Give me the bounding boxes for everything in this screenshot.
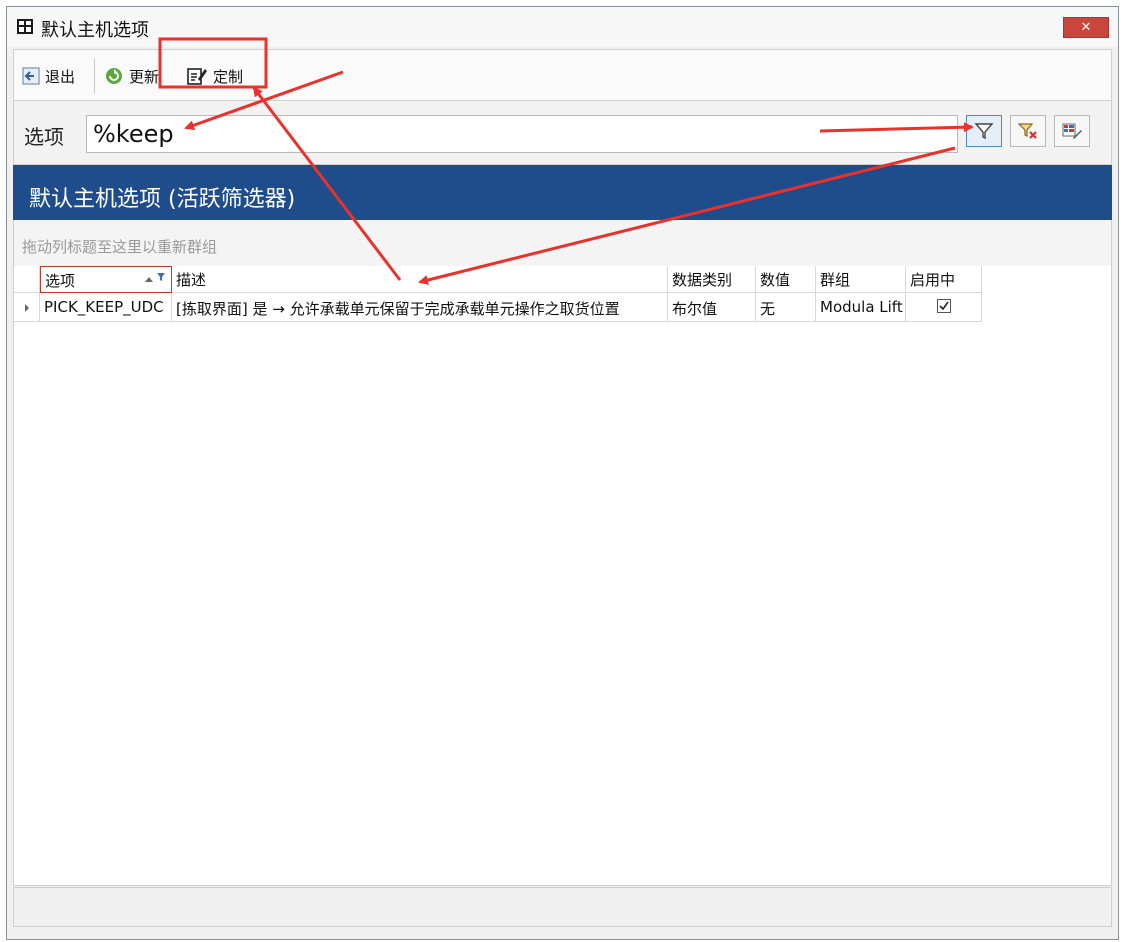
clear-filter-icon [1017,123,1037,139]
close-button[interactable]: ✕ [1063,17,1109,38]
table-cell-description[interactable]: [拣取界面] 是 → 允许承载单元保留于完成承载单元操作之取货位置 [172,293,668,322]
customize-label: 定制 [213,67,244,86]
column-header-group[interactable]: 群组 [816,266,906,293]
filter-editor-icon [1062,123,1082,139]
filter-bar: 选项 [13,101,1112,165]
toolbar: 退出 更新 定制 [13,49,1112,101]
group-by-hint: 拖动列标题至这里以重新群组 [22,238,218,256]
filter-input[interactable] [86,115,958,153]
window-grid-icon [17,19,33,34]
data-grid: 选项 描述 数据类别 数值 群组 启用中 PICK_KEEP_UDC [拣取界面… [13,266,1112,886]
title-bar: 默认主机选项 ✕ [7,7,1118,47]
window-title: 默认主机选项 [41,20,149,41]
refresh-icon [106,68,122,84]
row-indicator-header [14,266,40,293]
filter-label: 选项 [24,125,64,149]
column-header-option[interactable]: 选项 [40,266,172,293]
toolbar-separator [94,58,95,94]
dialog-window: 默认主机选项 ✕ 退出 更新 定制 选项 %keep 默认主机选项 (活跃筛选器… [6,6,1119,940]
customize-button[interactable]: 定制 [186,63,243,89]
column-header-data-type[interactable]: 数据类别 [668,266,756,293]
table-cell-enabled[interactable] [906,293,982,322]
refresh-label: 更新 [129,67,160,86]
edit-note-icon [187,68,207,85]
clear-filter-button[interactable] [1010,115,1046,147]
exit-label: 退出 [45,67,76,86]
refresh-button[interactable]: 更新 [104,63,159,89]
column-header-enabled[interactable]: 启用中 [906,266,982,293]
column-header-description[interactable]: 描述 [172,266,668,293]
enabled-checkbox[interactable] [936,299,951,313]
column-header-option-label: 选项 [45,272,76,290]
table-cell-data-type[interactable]: 布尔值 [668,293,756,322]
status-bar [13,887,1112,927]
edit-filter-button[interactable] [1054,115,1090,147]
exit-button[interactable]: 退出 [22,63,75,89]
apply-filter-button[interactable] [966,115,1002,147]
funnel-icon [974,123,994,140]
table-cell-group[interactable]: Modula Lift [816,293,906,322]
table-cell-value[interactable]: 无 [756,293,816,322]
exit-icon [22,67,40,85]
group-by-panel[interactable]: 拖动列标题至这里以重新群组 [13,220,1112,266]
row-indicator[interactable] [14,293,40,322]
column-header-value[interactable]: 数值 [756,266,816,293]
row-pointer-icon [24,304,29,312]
grid-title-panel: 默认主机选项 (活跃筛选器) [13,165,1112,220]
sort-ascending-filter-icon [145,273,165,282]
table-cell-option[interactable]: PICK_KEEP_UDC [40,293,172,322]
